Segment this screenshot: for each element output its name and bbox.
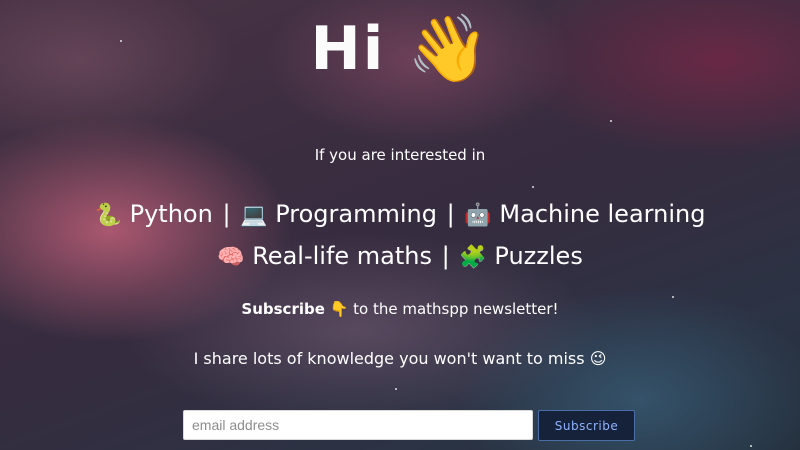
topics-list: 🐍 Python | 💻 Programming | 🤖 Machine lea… [0,194,800,278]
topics-line-1: 🐍 Python | 💻 Programming | 🤖 Machine lea… [0,194,800,236]
greeting-heading: Hi [310,14,386,84]
topic-machine-learning: Machine learning [499,200,706,228]
topic-puzzles: Puzzles [494,242,583,270]
hero-section: Hi 👋 If you are interested in 🐍 Python | … [0,0,800,450]
topic-separator: | [222,200,231,228]
topic-programming: Programming [275,200,437,228]
intro-text: If you are interested in [314,146,486,164]
knowledge-text: I share lots of knowledge you won't want… [193,349,585,368]
knowledge-text-row: I share lots of knowledge you won't want… [0,349,800,368]
pointing-down-icon: 👇 [329,300,349,318]
subscribe-button[interactable]: Subscribe [538,410,635,441]
subscribe-bold-text: Subscribe [241,300,325,318]
newsletter-form: Subscribe [183,410,635,442]
subscribe-text: to the mathspp newsletter! [353,300,559,318]
robot-icon: 🤖 [464,203,492,228]
topic-python: Python [129,200,213,228]
email-input[interactable] [183,410,533,440]
snake-icon: 🐍 [94,203,122,228]
topic-separator: | [441,242,450,270]
subscribe-callout: Subscribe 👇 to the mathspp newsletter! [0,300,800,318]
topics-line-2: 🧠 Real-life maths | 🧩 Puzzles [0,236,800,278]
brain-icon: 🧠 [217,245,245,270]
waving-hand-icon: 👋 [407,11,490,85]
winking-face-icon: 😉 [589,349,607,368]
topic-real-life-maths: Real-life maths [252,242,432,270]
greeting-row: Hi 👋 [0,10,800,88]
topic-separator: | [446,200,455,228]
puzzle-piece-icon: 🧩 [459,245,487,270]
laptop-icon: 💻 [240,203,268,228]
